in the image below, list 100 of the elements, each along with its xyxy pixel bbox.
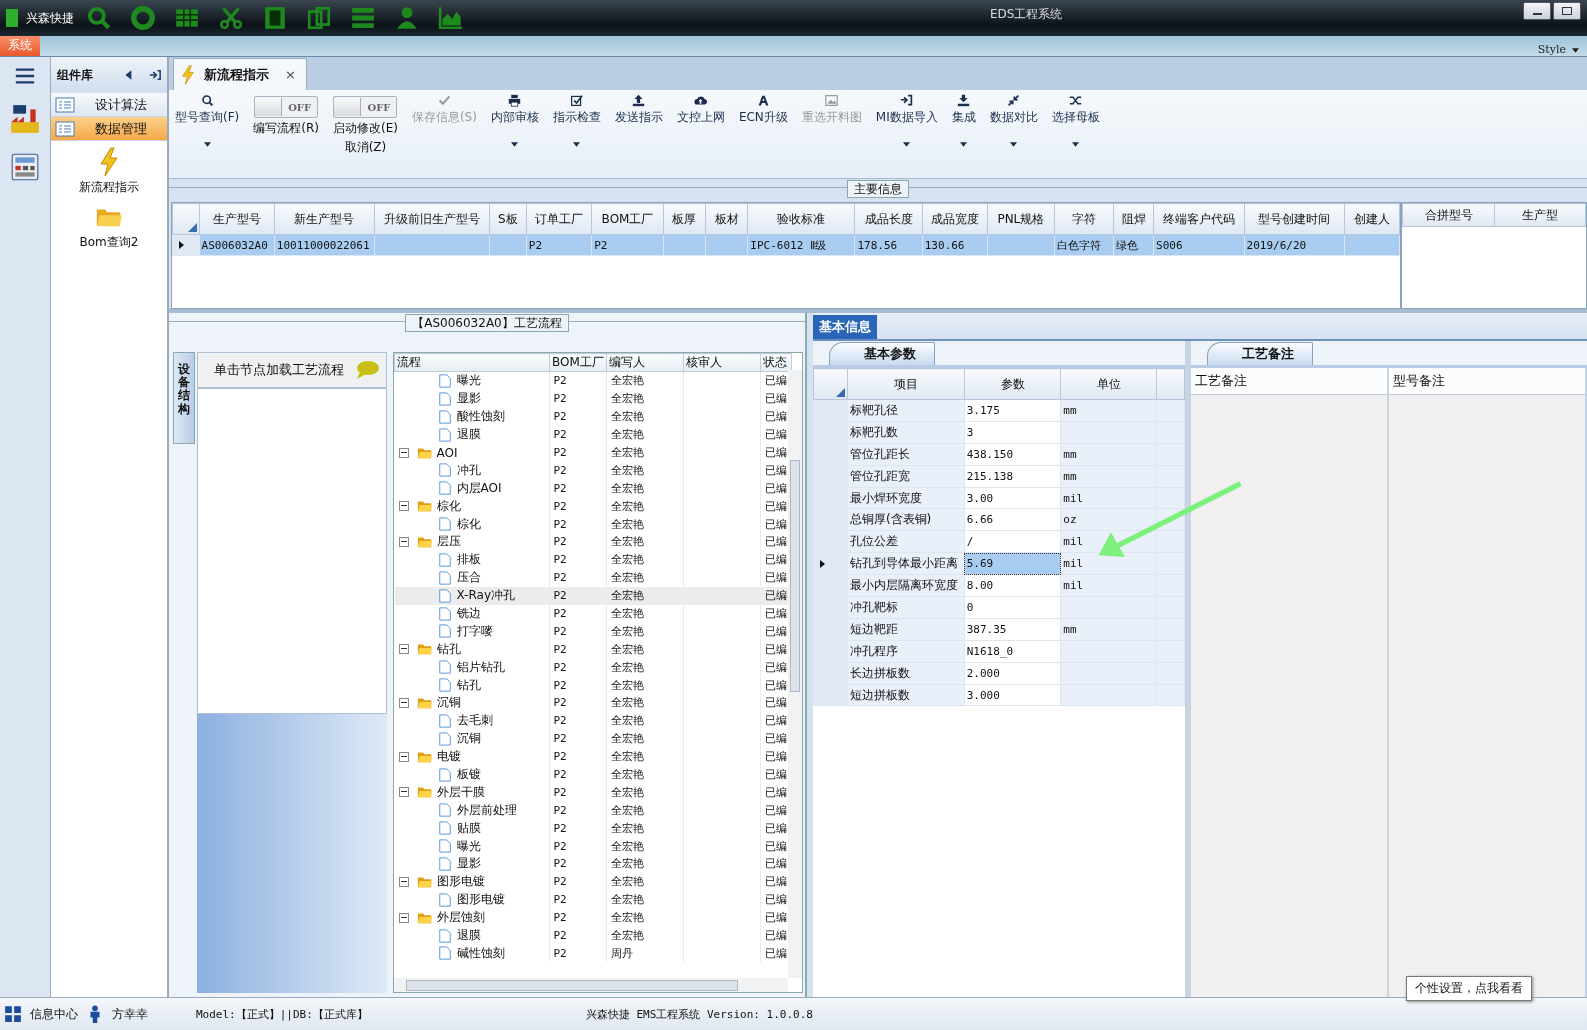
tree-node-label[interactable]: 压合 <box>456 569 481 587</box>
document-tab[interactable]: 新流程指示 × <box>173 58 307 90</box>
tree-node-label[interactable]: 层压 <box>436 533 461 551</box>
column-header[interactable]: 新生产型号 <box>274 203 375 235</box>
tree-node-label[interactable]: 排板 <box>456 551 481 569</box>
column-header[interactable]: BOM工厂 <box>549 353 607 372</box>
notes-field[interactable]: 工艺备注 <box>1191 368 1389 997</box>
table-row[interactable]: 标靶孔数 3 <box>813 421 1185 444</box>
column-header[interactable]: 流程 <box>394 353 550 372</box>
tree-node-label[interactable]: 显影 <box>456 390 481 408</box>
table-row[interactable]: 管位孔距宽 215.138 mm <box>813 465 1185 488</box>
tree-node-label[interactable]: 显影 <box>456 855 481 873</box>
expander-icon[interactable] <box>398 447 409 458</box>
expander-icon[interactable] <box>398 536 409 547</box>
toolbar-button[interactable]: 内部审核 <box>490 94 539 147</box>
column-header[interactable]: 板厚 <box>663 203 706 235</box>
column-header[interactable]: 型号创建时间 <box>1244 203 1345 235</box>
minimize-button[interactable] <box>1523 2 1551 20</box>
tree-node-label[interactable]: 沉铜 <box>456 730 481 748</box>
component-item[interactable]: 设计算法 <box>51 93 167 117</box>
expander-icon[interactable] <box>398 912 409 923</box>
lifebuoy-icon[interactable] <box>130 5 156 31</box>
column-header[interactable]: 验收标准 <box>747 203 855 235</box>
component-item[interactable]: 数据管理 <box>51 117 167 141</box>
table-row[interactable]: 最小内层隔离环宽度 8.00 mil <box>813 574 1185 597</box>
expander-icon[interactable] <box>398 501 409 512</box>
tree-node-label[interactable]: 图形电镀 <box>456 891 505 909</box>
column-header[interactable]: 成品宽度 <box>922 203 988 235</box>
column-header[interactable]: 单位 <box>1060 368 1157 400</box>
column-header[interactable]: 编写人 <box>606 353 684 372</box>
column-header[interactable]: 核审人 <box>683 353 761 372</box>
tree-node-label[interactable]: 曝光 <box>456 837 481 855</box>
chart-icon[interactable] <box>438 5 464 31</box>
toolbar-button[interactable]: ECN升级 <box>738 94 788 126</box>
tree-node-label[interactable]: 曝光 <box>456 372 481 390</box>
table-row[interactable]: 冲孔靶标 0 <box>813 596 1185 619</box>
table-row[interactable]: 钻孔到导体最小距离 5.69 mil <box>813 552 1185 575</box>
toolbar-button[interactable]: 集成 <box>951 94 976 147</box>
style-menu[interactable]: Style <box>1537 43 1579 56</box>
search-icon[interactable] <box>86 5 112 31</box>
expander-icon[interactable] <box>398 876 409 887</box>
column-header[interactable]: 订单工厂 <box>526 203 592 235</box>
column-header[interactable]: S板 <box>489 203 527 235</box>
expander-icon[interactable] <box>398 697 409 708</box>
maximize-button[interactable] <box>1553 2 1581 20</box>
tree-node-label[interactable]: 退膜 <box>456 426 481 444</box>
tree-node-label[interactable]: 外层蚀刻 <box>436 909 485 927</box>
tree-node-label[interactable]: 去毛刺 <box>456 712 493 730</box>
vertical-scrollbar[interactable] <box>788 370 802 978</box>
table-row[interactable]: 冲孔程序 N1618_0 <box>813 640 1185 663</box>
table-row[interactable]: 短边拼板数 3.000 <box>813 684 1185 706</box>
panel-tab[interactable]: 基本信息 <box>813 315 877 339</box>
tree-node-label[interactable]: AOI <box>436 445 458 460</box>
column-header[interactable]: 生产型号 <box>199 203 275 235</box>
toolbar-button[interactable]: 型号查询(F) <box>175 94 240 147</box>
tree-node-label[interactable]: 贴膜 <box>456 819 481 837</box>
tree-node-label[interactable]: 板镀 <box>456 766 481 784</box>
table-row[interactable]: 长边拼板数 2.000 <box>813 662 1185 685</box>
horizontal-scrollbar[interactable] <box>394 978 788 992</box>
table-row[interactable]: 标靶孔径 3.175 mm <box>813 399 1185 422</box>
column-header[interactable]: 板材 <box>705 203 748 235</box>
table-cell[interactable]: 5.69 <box>964 552 1061 575</box>
calculator-icon[interactable] <box>9 151 41 183</box>
info-center-link[interactable]: 信息中心 <box>30 1005 78 1023</box>
tree-node-label[interactable]: 棕化 <box>456 515 481 533</box>
tree-node-label[interactable]: X-Ray冲孔 <box>456 587 515 605</box>
toolbar-button[interactable]: 选择母板 <box>1051 94 1100 147</box>
tree-node-label[interactable]: 棕化 <box>436 497 461 515</box>
windows-icon[interactable] <box>4 1005 22 1023</box>
tree-node-label[interactable]: 打字嘜 <box>456 622 493 640</box>
table-row[interactable]: 管位孔距长 438.150 mm <box>813 443 1185 466</box>
component-tile[interactable]: 新流程指示 <box>51 147 167 196</box>
tree-node-label[interactable]: 图形电镀 <box>436 873 485 891</box>
column-header[interactable]: 合拼型号 <box>1402 203 1495 227</box>
scissors-icon[interactable] <box>218 5 244 31</box>
component-tile[interactable]: Bom查询2 <box>51 202 167 251</box>
column-header[interactable]: 升级前旧生产型号 <box>374 203 490 235</box>
vertical-tab[interactable]: 设备结构 <box>173 352 195 444</box>
column-header[interactable]: PNL规格 <box>987 203 1055 235</box>
sub-tab[interactable]: 基本参数 <box>829 342 935 365</box>
column-header[interactable]: 成品长度 <box>855 203 923 235</box>
toolbar-button[interactable]: 发送指示 <box>614 94 663 126</box>
column-header[interactable]: 阻焊 <box>1113 203 1154 235</box>
table-row[interactable]: AS006032A0 10011000022061 P2 P2 IPC-6012 Ⅱ级 178.56 130.66 白色字符 绿色 S006 2019/6/20 <box>172 234 1400 256</box>
tree-node-label[interactable]: 酸性蚀刻 <box>456 408 505 426</box>
tree-node-label[interactable]: 铝片钻孔 <box>456 658 505 676</box>
expander-icon[interactable] <box>398 751 409 762</box>
column-header[interactable]: 终端客户代码 <box>1153 203 1245 235</box>
factory-icon[interactable] <box>9 103 41 135</box>
column-header[interactable]: 生产型 <box>1494 203 1586 227</box>
tree-node-label[interactable]: 内层AOI <box>456 479 502 497</box>
tree-node-label[interactable]: 冲孔 <box>456 461 481 479</box>
toggle-switch[interactable]: OFF <box>254 96 319 118</box>
tree-node-label[interactable]: 电镀 <box>436 748 461 766</box>
expander-icon[interactable] <box>398 644 409 655</box>
column-header[interactable]: 字符 <box>1054 203 1114 235</box>
tree-node-label[interactable]: 钻孔 <box>456 676 481 694</box>
column-header[interactable]: BOM工厂 <box>591 203 664 235</box>
toggle-switch[interactable]: OFF <box>333 96 398 118</box>
tree-node-label[interactable]: 外层前处理 <box>456 801 517 819</box>
